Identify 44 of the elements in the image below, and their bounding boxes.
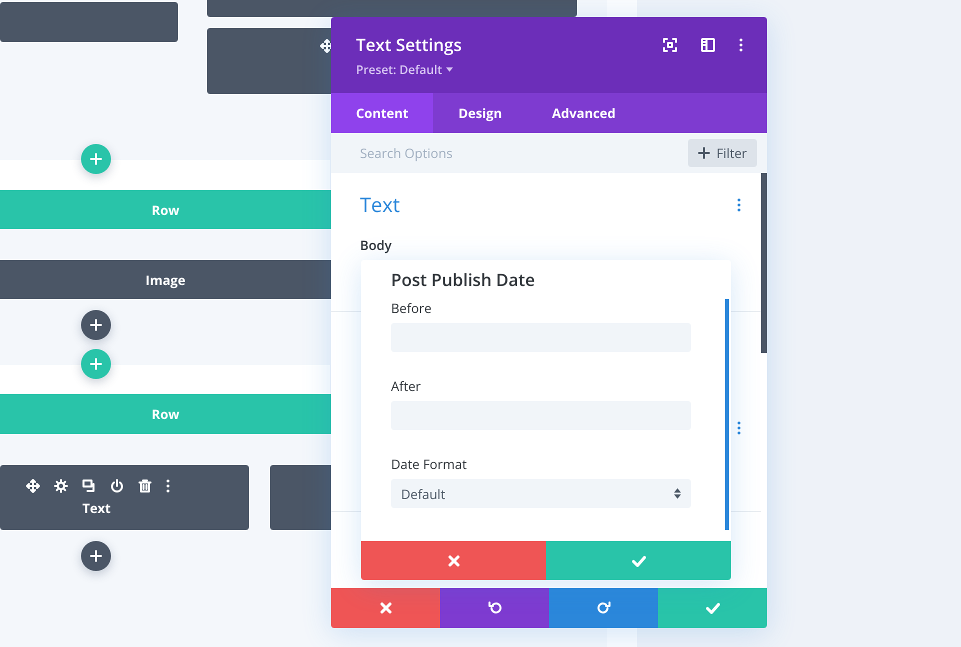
redo-icon[interactable] [596, 601, 610, 615]
module-block[interactable]: Text [0, 465, 249, 530]
scrollbar[interactable] [761, 173, 767, 353]
more-icon[interactable] [166, 478, 170, 492]
caret-icon[interactable] [446, 67, 454, 72]
module-label: Row [152, 200, 180, 218]
add-button[interactable] [81, 541, 111, 571]
field-label: Date Format [391, 455, 468, 473]
add-button[interactable] [81, 310, 111, 340]
module-label: Row [152, 405, 180, 423]
module-block[interactable]: Image [0, 260, 331, 299]
power-icon[interactable] [110, 478, 124, 492]
search-field[interactable]: Search Options [331, 133, 688, 173]
close-icon[interactable] [380, 602, 392, 614]
sidebar-icon[interactable] [701, 38, 715, 52]
popup-title: Post Publish Date [391, 268, 536, 291]
close-icon[interactable] [448, 554, 460, 566]
field-label: After [391, 377, 422, 395]
trash-icon[interactable] [138, 478, 152, 492]
sort-arrows-icon[interactable] [674, 487, 681, 500]
tab[interactable]: Content [331, 93, 434, 133]
preset-dropdown[interactable]: Preset: Default [356, 61, 454, 78]
module-label: Text [82, 498, 111, 516]
section-title[interactable]: Text [360, 191, 400, 218]
check-icon[interactable] [706, 602, 720, 614]
modal-title: Text Settings [356, 33, 462, 57]
field-label: Before [391, 299, 433, 317]
focus-icon[interactable] [663, 38, 677, 52]
more-icon[interactable] [739, 38, 743, 52]
tab[interactable]: Design [433, 93, 528, 133]
move-icon[interactable] [320, 39, 334, 53]
module-label: Image [146, 270, 186, 288]
plus-icon[interactable] [698, 147, 710, 159]
move-icon[interactable] [26, 478, 40, 492]
settings-icon[interactable] [54, 478, 68, 492]
field-label: Body [360, 236, 393, 254]
filter-button[interactable]: Filter [688, 139, 757, 167]
duplicate-icon[interactable] [82, 478, 96, 492]
scrollbar[interactable] [725, 299, 729, 530]
tab[interactable]: Advanced [527, 93, 641, 133]
select-field[interactable]: Default [391, 479, 691, 508]
check-icon[interactable] [632, 554, 646, 566]
more-icon[interactable] [737, 198, 741, 212]
undo-icon[interactable] [488, 601, 502, 615]
